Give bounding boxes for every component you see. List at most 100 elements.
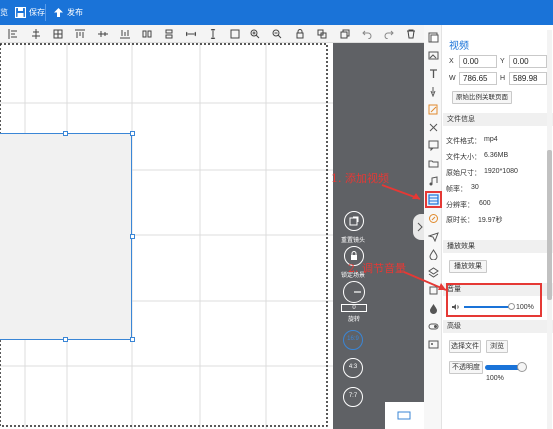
y-label: Y <box>500 58 505 65</box>
distribute-v-icon[interactable] <box>164 29 174 39</box>
edit-icon[interactable] <box>428 104 439 115</box>
align-center-icon[interactable] <box>31 29 41 39</box>
advanced-header: 高级 <box>443 320 553 333</box>
resize-handle-right[interactable] <box>130 234 135 239</box>
annotation-arrow-2 <box>403 271 447 291</box>
page-icon[interactable] <box>428 32 439 43</box>
fps-label: 帧率： <box>446 186 467 193</box>
save-label: 保存 <box>29 8 45 17</box>
panel-title: 视频 <box>449 41 469 52</box>
preview-button-partial[interactable]: 览 <box>0 0 8 25</box>
align-bottom-icon[interactable] <box>120 29 130 39</box>
select-file-button[interactable]: 选择文件 <box>449 340 481 353</box>
opacity-slider-knob[interactable] <box>517 362 527 372</box>
folder-icon[interactable] <box>428 158 439 169</box>
bitrate-label: 分辨率： <box>446 202 474 209</box>
preview-label: 览 <box>0 8 8 17</box>
plane-icon[interactable] <box>428 231 439 242</box>
bitrate-value: 600 <box>479 200 491 207</box>
align-middle-icon[interactable] <box>98 29 108 39</box>
opacity-slider-track[interactable] <box>485 362 527 372</box>
same-width-icon[interactable] <box>186 29 196 39</box>
duration-label: 原时长： <box>446 217 474 224</box>
resize-handle-top-right[interactable] <box>130 131 135 136</box>
file-format-label: 文件格式： <box>446 138 481 145</box>
align-grid-icon[interactable] <box>53 29 63 39</box>
height-input[interactable]: 589.98 <box>509 72 547 85</box>
file-format-value: mp4 <box>484 136 498 143</box>
duration-value: 19.97秒 <box>478 217 503 224</box>
music-icon[interactable] <box>428 176 439 187</box>
publish-button[interactable]: 发布 <box>53 0 83 25</box>
monitor-icon <box>397 411 411 420</box>
zoom-out-icon[interactable] <box>272 29 282 39</box>
effects-button[interactable]: 播放效果 <box>449 260 487 273</box>
comment-icon[interactable] <box>428 140 439 151</box>
resize-handle-bottom-right[interactable] <box>130 337 135 342</box>
save-button[interactable]: 保存 <box>15 0 45 25</box>
rotate-value-field[interactable]: 0 <box>341 304 367 312</box>
ratio-7-7-button[interactable]: 7:7 <box>343 387 363 407</box>
same-size-icon[interactable] <box>230 29 240 39</box>
file-size-value: 6.36MB <box>484 152 509 159</box>
water-icon[interactable] <box>428 303 439 314</box>
speaker-icon[interactable] <box>451 303 460 313</box>
gallery-icon[interactable] <box>428 339 439 350</box>
x-input[interactable]: 0.00 <box>459 55 497 68</box>
width-input[interactable]: 786.65 <box>459 72 497 85</box>
keep-ratio-button[interactable]: 原始比例关联页面 <box>452 91 512 104</box>
collapse-panel-tab[interactable] <box>413 214 424 240</box>
lock-icon[interactable] <box>295 29 305 39</box>
y-input[interactable]: 0.00 <box>509 55 547 68</box>
annotation-arrow-1 <box>381 184 421 200</box>
redo-icon[interactable] <box>384 29 394 39</box>
effects-header: 播放效果 <box>443 240 553 253</box>
image-icon[interactable] <box>428 50 439 61</box>
drop-icon[interactable] <box>428 249 439 260</box>
volume-slider-fill <box>464 306 512 308</box>
text-icon[interactable] <box>428 68 439 79</box>
adjust-frame-label: 重置镜头 <box>341 238 366 244</box>
same-height-icon[interactable] <box>208 29 218 39</box>
align-left-icon[interactable] <box>8 29 18 39</box>
browse-button[interactable]: 浏览 <box>486 340 508 353</box>
fps-value: 30 <box>471 184 479 191</box>
resize-handle-bottom[interactable] <box>63 337 68 342</box>
undo-icon[interactable] <box>362 29 372 39</box>
rotate-dial-icon <box>354 291 361 293</box>
volume-value: 100% <box>516 304 534 311</box>
ratio-4-3-button[interactable]: 4:3 <box>343 358 363 378</box>
toggle-icon[interactable] <box>428 321 439 332</box>
publish-label: 发布 <box>67 8 83 17</box>
file-info-header: 文件信息 <box>443 113 553 126</box>
hotspot-icon[interactable] <box>428 86 439 97</box>
group-icon[interactable] <box>317 29 327 39</box>
video-element[interactable] <box>0 133 132 340</box>
volume-slider-knob[interactable] <box>508 303 515 310</box>
preview-thumbnail-box[interactable] <box>385 402 424 429</box>
volume-highlight <box>446 283 542 317</box>
opacity-value: 100% <box>486 375 504 382</box>
delete-icon[interactable] <box>406 29 416 39</box>
copy-icon[interactable] <box>340 29 350 39</box>
video-tool-highlight[interactable] <box>425 191 442 208</box>
panel-scrollbar[interactable] <box>547 30 552 429</box>
adjust-frame-button[interactable] <box>344 211 364 231</box>
compass-icon[interactable] <box>428 213 439 224</box>
editing-canvas[interactable] <box>0 43 333 429</box>
opacity-label: 不透明度 <box>449 361 483 374</box>
align-top-icon[interactable] <box>75 29 85 39</box>
top-toolbar: 览 保存 发布 <box>0 0 553 25</box>
panel-scrollbar-thumb[interactable] <box>547 150 552 300</box>
orig-size-value: 1920*1080 <box>484 168 518 175</box>
h-label: H <box>500 75 506 82</box>
rotate-dial[interactable] <box>343 281 365 303</box>
tools-icon[interactable] <box>428 122 439 133</box>
ratio-16-9-button[interactable]: 16:9 <box>343 330 363 350</box>
volume-slider-track[interactable] <box>464 303 515 310</box>
zoom-in-icon[interactable] <box>250 29 260 39</box>
resize-handle-top[interactable] <box>63 131 68 136</box>
toolbar-divider <box>45 4 46 21</box>
distribute-h-icon[interactable] <box>142 29 152 39</box>
frame-icon <box>349 216 359 226</box>
